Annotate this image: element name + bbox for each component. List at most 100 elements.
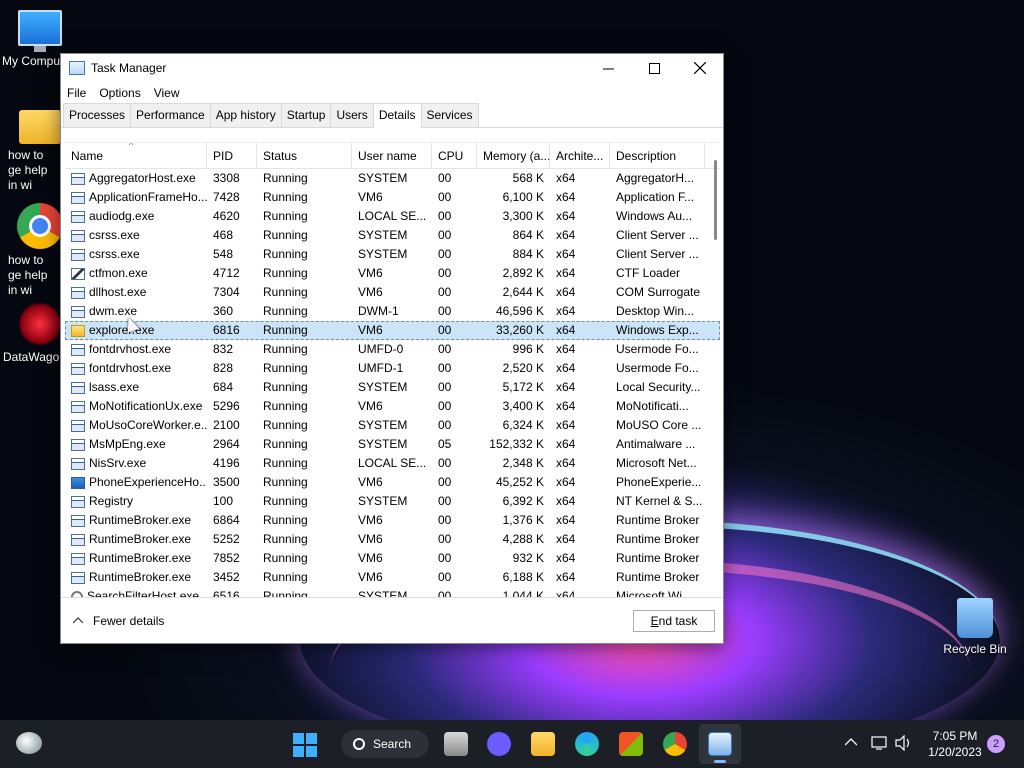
tab-services[interactable]: Services	[420, 103, 479, 127]
tab-startup[interactable]: Startup	[280, 103, 332, 127]
table-row[interactable]: MsMpEng.exe 2964 Running SYSTEM 05 152,332 K x…	[65, 435, 720, 454]
table-row[interactable]: AggregatorHost.exe 3308 Running SYSTEM 00 568…	[65, 169, 720, 188]
chrome-taskbar-icon[interactable]	[663, 732, 687, 756]
table-row[interactable]: SearchFilterHost.exe 6516 Running SYSTEM 00 1…	[65, 587, 720, 597]
table-row[interactable]: NisSrv.exe 4196 Running LOCAL SE... 00 2,348 …	[65, 454, 720, 473]
cell-arch: x64	[556, 551, 576, 565]
tab-performance[interactable]: Performance	[130, 103, 211, 127]
desktop-icon-recycle-bin[interactable]: Recycle Bin	[935, 598, 1015, 656]
table-row[interactable]: MoNotificationUx.exe 5296 Running VM6 00 3,40…	[65, 397, 720, 416]
process-name: NisSrv.exe	[89, 456, 147, 470]
end-task-button[interactable]: End task	[633, 610, 715, 632]
tab-processes[interactable]: Processes	[63, 103, 132, 127]
file-explorer-icon[interactable]	[531, 732, 555, 756]
cell-user: SYSTEM	[358, 418, 408, 432]
pen-icon	[71, 267, 85, 280]
network-icon[interactable]	[871, 735, 889, 751]
process-name: MsMpEng.exe	[89, 437, 166, 451]
table-row[interactable]: ctfmon.exe 4712 Running VM6 00 2,892 K x64 CTF …	[65, 264, 720, 283]
cell-pid: 100	[213, 494, 234, 508]
tab-users[interactable]: Users	[330, 103, 374, 127]
process-name: MoNotificationUx.exe	[89, 399, 203, 413]
table-row[interactable]: MoUsoCoreWorker.e... 2100 Running SYSTEM 00 6…	[65, 416, 720, 435]
menu-view[interactable]: View	[154, 86, 180, 100]
table-row[interactable]: Registry 100 Running SYSTEM 00 6,392 K x64 NT K…	[65, 492, 720, 511]
tab-details[interactable]: Details	[372, 103, 422, 128]
menu-options[interactable]: Options	[99, 86, 140, 100]
process-window-icon	[71, 533, 85, 546]
notification-badge[interactable]: 2	[987, 735, 1005, 753]
table-row[interactable]: fontdrvhost.exe 828 Running UMFD-1 00 2,520 K…	[65, 359, 720, 378]
vertical-scrollbar[interactable]	[713, 160, 719, 580]
cell-arch: x64	[556, 589, 576, 597]
column-header-name[interactable]: Name	[65, 143, 207, 169]
cell-user: SYSTEM	[358, 228, 408, 242]
table-row[interactable]: ApplicationFrameHo... 7428 Running VM6 00 6,1…	[65, 188, 720, 207]
system-clock[interactable]: 7:05 PM 1/20/2023	[918, 728, 992, 760]
cell-arch: x64	[556, 437, 576, 451]
cell-mem: 6,324 K	[502, 418, 544, 432]
weather-widget-icon[interactable]	[16, 732, 42, 754]
column-header-description[interactable]: Description	[610, 143, 705, 169]
cell-name: dwm.exe	[65, 302, 207, 321]
show-hidden-icons-chevron-icon[interactable]	[845, 738, 857, 746]
cell-name: csrss.exe	[65, 245, 207, 264]
minimize-button[interactable]	[585, 54, 631, 82]
cell-name: RuntimeBroker.exe	[65, 549, 207, 568]
edge-icon[interactable]	[575, 732, 599, 756]
cell-mem: 2,644 K	[502, 285, 544, 299]
table-row[interactable]: audiodg.exe 4620 Running LOCAL SE... 00 3,300…	[65, 207, 720, 226]
cell-name: fontdrvhost.exe	[65, 359, 207, 378]
cell-desc: Antimalware ...	[616, 437, 696, 451]
maximize-icon	[648, 62, 660, 74]
cell-mem: 6,392 K	[502, 494, 544, 508]
table-row[interactable]: RuntimeBroker.exe 3452 Running VM6 00 6,188 K…	[65, 568, 720, 587]
column-header-architecture[interactable]: Archite...	[550, 143, 610, 169]
table-row[interactable]: RuntimeBroker.exe 7852 Running VM6 00 932 K x6…	[65, 549, 720, 568]
column-header-memory[interactable]: Memory (a...	[477, 143, 550, 169]
phone-icon	[71, 476, 85, 489]
close-button[interactable]	[677, 54, 723, 82]
chat-icon[interactable]	[487, 732, 511, 756]
cell-pid: 7304	[213, 285, 240, 299]
scrollbar-thumb[interactable]	[714, 160, 717, 240]
start-button[interactable]	[293, 733, 317, 757]
cell-cpu: 00	[438, 342, 452, 356]
process-name: RuntimeBroker.exe	[89, 513, 192, 527]
volume-icon[interactable]	[895, 735, 913, 751]
process-window-icon	[71, 381, 85, 394]
fewer-details-button[interactable]: Fewer details	[73, 614, 164, 628]
column-header-user-name[interactable]: User name	[352, 143, 432, 169]
table-row[interactable]: lsass.exe 684 Running SYSTEM 00 5,172 K x64 Loc…	[65, 378, 720, 397]
table-row[interactable]: dllhost.exe 7304 Running VM6 00 2,644 K x64 COM…	[65, 283, 720, 302]
table-row[interactable]: csrss.exe 468 Running SYSTEM 00 864 K x64 Clien…	[65, 226, 720, 245]
chrome-icon	[17, 203, 63, 249]
cell-cpu: 00	[438, 494, 452, 508]
menu-file[interactable]: File	[67, 86, 86, 100]
table-row[interactable]: dwm.exe 360 Running DWM-1 00 46,596 K x64 Deskt…	[65, 302, 720, 321]
taskbar-search-button[interactable]: Search	[341, 730, 429, 758]
table-row[interactable]: explorer.exe 6816 Running VM6 00 33,260 K x64 W…	[65, 321, 720, 340]
table-row[interactable]: RuntimeBroker.exe 6864 Running VM6 00 1,376 K…	[65, 511, 720, 530]
clock-time: 7:05 PM	[932, 729, 978, 743]
maximize-button[interactable]	[631, 54, 677, 82]
close-icon	[694, 62, 706, 74]
title-bar[interactable]: Task Manager	[61, 54, 723, 82]
tab-app-history[interactable]: App history	[209, 103, 282, 127]
column-header-pid[interactable]: PID	[207, 143, 257, 169]
cell-name: MoNotificationUx.exe	[65, 397, 207, 416]
table-row[interactable]: PhoneExperienceHo... 3500 Running VM6 00 45,2…	[65, 473, 720, 492]
column-header-cpu[interactable]: CPU	[432, 143, 477, 169]
table-row[interactable]: RuntimeBroker.exe 5252 Running VM6 00 4,288 K…	[65, 530, 720, 549]
task-view-icon[interactable]	[444, 732, 468, 756]
cell-cpu: 00	[438, 532, 452, 546]
cell-mem: 152,332 K	[489, 437, 544, 451]
cell-name: ctfmon.exe	[65, 264, 207, 283]
table-row[interactable]: csrss.exe 548 Running SYSTEM 00 884 K x64 Clien…	[65, 245, 720, 264]
column-header-status[interactable]: Status	[257, 143, 352, 169]
cell-pid: 828	[213, 361, 234, 375]
store-icon[interactable]	[619, 732, 643, 756]
table-row[interactable]: fontdrvhost.exe 832 Running UMFD-0 00 996 K x6…	[65, 340, 720, 359]
recycle-bin-icon	[957, 598, 993, 638]
cell-mem: 2,892 K	[502, 266, 544, 280]
